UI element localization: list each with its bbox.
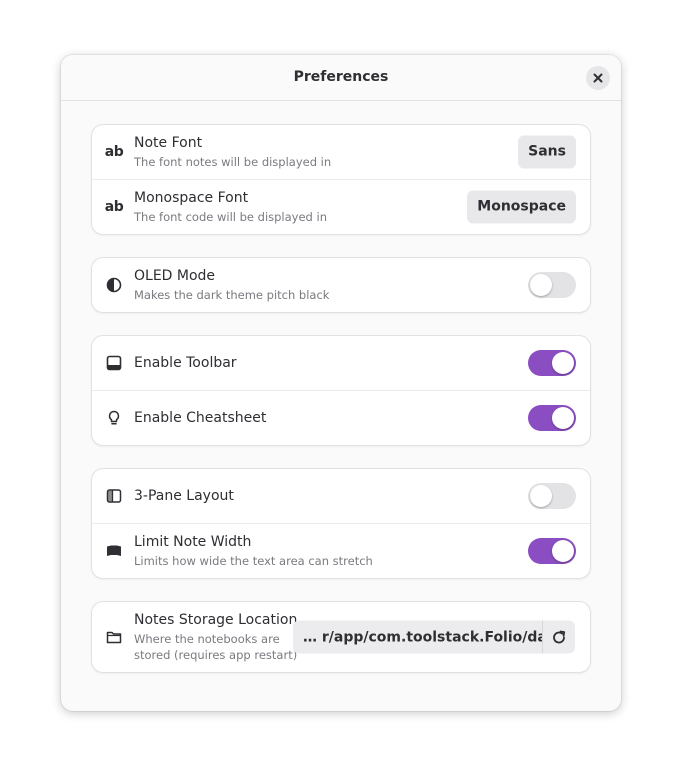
header-bar: Preferences: [61, 55, 621, 101]
toolbar-group: Enable Toolbar Enable Cheatsheet: [91, 335, 591, 446]
enable-toolbar-switch[interactable]: [528, 350, 576, 376]
limit-note-width-row[interactable]: Limit Note Width Limits how wide the tex…: [92, 524, 590, 578]
enable-cheatsheet-title: Enable Cheatsheet: [134, 410, 267, 426]
monospace-font-row[interactable]: ab Monospace Font The font code will be …: [92, 180, 590, 234]
storage-group: Notes Storage Location Where the noteboo…: [91, 601, 591, 673]
lightbulb-icon: [104, 408, 124, 428]
window-title: Preferences: [293, 69, 389, 85]
storage-path-field[interactable]: … r/app/com.toolstack.Folio/data: [293, 620, 575, 654]
enable-cheatsheet-row[interactable]: Enable Cheatsheet: [92, 391, 590, 445]
note-font-button[interactable]: Sans: [518, 135, 576, 169]
storage-path-value[interactable]: … r/app/com.toolstack.Folio/data: [293, 629, 542, 645]
monospace-font-subtitle: The font code will be displayed in: [134, 210, 327, 224]
oled-mode-row[interactable]: OLED Mode Makes the dark theme pitch bla…: [92, 258, 590, 312]
enable-toolbar-row[interactable]: Enable Toolbar: [92, 336, 590, 391]
monospace-font-title: Monospace Font: [134, 190, 249, 206]
font-ab-icon: ab: [104, 199, 124, 215]
preferences-window: Preferences ab Note Font The font notes …: [61, 55, 621, 711]
note-font-row[interactable]: ab Note Font The font notes will be disp…: [92, 125, 590, 180]
close-icon: [593, 73, 603, 83]
note-font-subtitle: The font notes will be displayed in: [134, 155, 332, 169]
storage-location-title: Notes Storage Location: [134, 612, 298, 628]
three-pane-layout-switch[interactable]: [528, 483, 576, 509]
notes-storage-location-row: Notes Storage Location Where the noteboo…: [92, 602, 590, 672]
storage-location-subtitle-line1: Where the notebooks are: [134, 632, 280, 646]
toolbar-icon: [104, 353, 124, 373]
folder-icon: [104, 627, 124, 647]
font-ab-icon: ab: [104, 144, 124, 160]
sidebar-icon: [104, 486, 124, 506]
three-pane-layout-title: 3-Pane Layout: [134, 488, 234, 504]
fonts-group: ab Note Font The font notes will be disp…: [91, 124, 591, 235]
close-button[interactable]: [586, 66, 610, 90]
storage-location-subtitle-line2: stored (requires app restart): [134, 648, 298, 662]
contrast-icon: [104, 275, 124, 295]
three-pane-layout-row[interactable]: 3-Pane Layout: [92, 469, 590, 524]
oled-mode-subtitle: Makes the dark theme pitch black: [134, 288, 330, 302]
monospace-font-button[interactable]: Monospace: [467, 190, 576, 224]
oled-mode-switch[interactable]: [528, 272, 576, 298]
limit-note-width-switch[interactable]: [528, 538, 576, 564]
refresh-icon: [553, 630, 566, 643]
oled-mode-title: OLED Mode: [134, 268, 216, 284]
limit-note-width-title: Limit Note Width: [134, 534, 252, 550]
reset-location-button[interactable]: [542, 620, 575, 654]
page-width-icon: [104, 541, 124, 561]
note-font-title: Note Font: [134, 135, 203, 151]
layout-group: 3-Pane Layout Limit Note Width Limits ho…: [91, 468, 591, 579]
limit-note-width-subtitle: Limits how wide the text area can stretc…: [134, 554, 373, 568]
oled-group: OLED Mode Makes the dark theme pitch bla…: [91, 257, 591, 313]
enable-cheatsheet-switch[interactable]: [528, 405, 576, 431]
enable-toolbar-title: Enable Toolbar: [134, 355, 237, 371]
